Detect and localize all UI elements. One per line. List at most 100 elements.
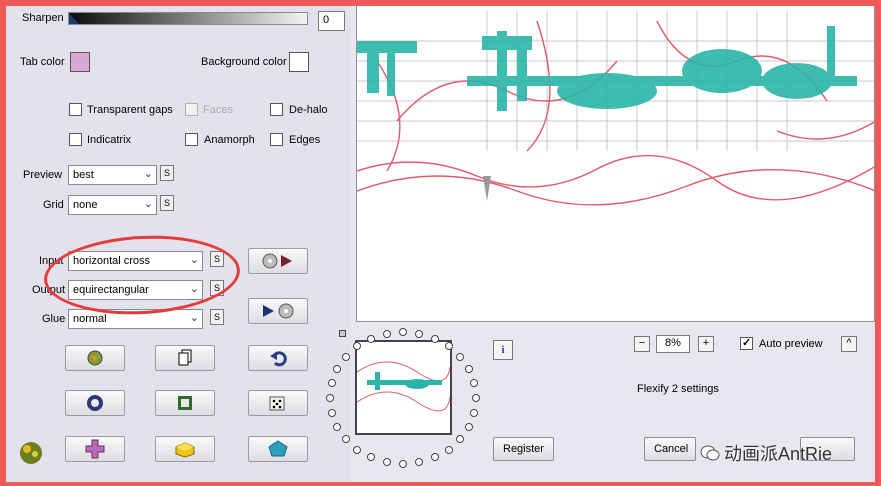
ring-icon	[87, 395, 103, 411]
prev-value-field[interactable]	[318, 0, 345, 6]
navigator-ring-dot	[430, 453, 439, 462]
sharpen-slider[interactable]	[68, 12, 308, 25]
preview-select-value: best	[73, 169, 94, 181]
navigator-ring-dot	[444, 342, 453, 351]
tab-color-label: Tab color	[20, 56, 65, 68]
auto-preview-checkbox[interactable]	[740, 336, 753, 350]
undo-button[interactable]	[248, 345, 308, 371]
edges-checkbox[interactable]	[270, 133, 283, 146]
navigator-ring-dot	[382, 458, 391, 467]
info-button[interactable]: i	[493, 340, 513, 360]
indicatrix-checkbox[interactable]	[69, 133, 82, 146]
output-image-button[interactable]	[248, 298, 308, 324]
wechat-icon	[700, 445, 720, 461]
earth-icon	[87, 350, 103, 366]
grid-select-value: none	[73, 199, 98, 211]
transparent-gaps-checkbox[interactable]	[69, 103, 82, 116]
faces-checkbox	[185, 103, 198, 116]
anamorph-checkbox[interactable]	[185, 133, 198, 146]
navigator-ring-dot	[464, 422, 473, 431]
copy-button[interactable]	[155, 345, 215, 371]
lego-block-icon	[175, 442, 195, 458]
pages-icon	[178, 349, 192, 366]
navigator-ring-dot	[399, 460, 407, 468]
frame-icon	[178, 396, 192, 410]
navigator-ring-dot	[382, 329, 391, 338]
navigator-ring-dot	[430, 334, 439, 343]
cancel-button[interactable]: Cancel	[644, 437, 696, 461]
zoom-out-button[interactable]: −	[634, 336, 650, 352]
zoom-value[interactable]: 8%	[656, 335, 690, 353]
navigator-ring-dot	[415, 458, 424, 467]
disc-play-icon	[262, 253, 292, 269]
navigator-ring-dot	[472, 394, 480, 402]
navigator-ring-dot	[470, 408, 479, 417]
watermark: 动画派AntRie	[700, 440, 832, 466]
navigator-thumbnail[interactable]	[355, 340, 452, 435]
dehalo-label: De-halo	[289, 104, 328, 116]
edges-label: Edges	[289, 134, 321, 146]
glue-select-value: normal	[73, 313, 107, 325]
auto-preview-label: Auto preview	[759, 338, 823, 350]
dice-icon	[269, 396, 285, 411]
cross-icon	[85, 439, 105, 459]
frame-button[interactable]	[155, 390, 215, 416]
navigator-ring-dot	[415, 329, 424, 338]
chevron-down-icon: ⌄	[189, 312, 199, 324]
play-disc-icon	[263, 303, 294, 319]
dehalo-checkbox[interactable]	[270, 103, 283, 116]
navigator-ring-dot	[444, 445, 453, 454]
collapse-button[interactable]: ^	[841, 336, 857, 352]
navigator-ring-dot	[353, 445, 362, 454]
sharpen-value[interactable]: 0	[318, 11, 345, 31]
grid-label: Grid	[43, 199, 64, 211]
grid-s-button[interactable]: S	[160, 195, 174, 211]
watermark-text: 动画派AntRie	[724, 444, 833, 464]
navigator-handle[interactable]	[339, 330, 346, 337]
register-button[interactable]: Register	[493, 437, 554, 461]
navigator-ring-dot	[456, 352, 465, 361]
undo-icon	[270, 351, 287, 367]
navigator-ring-dot	[456, 435, 465, 444]
background-color-label: Background color	[201, 56, 287, 68]
cancel-label: Cancel	[654, 443, 689, 455]
preview-select[interactable]: best ⌄	[68, 165, 157, 185]
open-button[interactable]	[65, 345, 125, 371]
thumbnail-image	[357, 342, 450, 433]
cross-button[interactable]	[65, 436, 125, 462]
glue-label: Glue	[42, 313, 66, 325]
ring-button[interactable]	[65, 390, 125, 416]
register-label: Register	[503, 443, 544, 455]
grid-select[interactable]: none ⌄	[68, 195, 157, 215]
pentagon-icon	[268, 440, 288, 457]
glue-s-button[interactable]: S	[210, 309, 224, 325]
flexify-logo-icon	[17, 438, 45, 466]
sharpen-slider-thumb[interactable]	[69, 13, 79, 24]
preview-canvas[interactable]	[356, 0, 875, 322]
preview-s-button[interactable]: S	[160, 165, 174, 181]
sharpen-label: Sharpen	[22, 12, 64, 24]
anamorph-label: Anamorph	[204, 134, 255, 146]
tab-color-swatch[interactable]	[70, 52, 90, 72]
indicatrix-label: Indicatrix	[87, 134, 132, 146]
background-color-swatch[interactable]	[289, 52, 309, 72]
navigator-ring-dot	[341, 352, 350, 361]
block-button[interactable]	[155, 436, 215, 462]
navigator-ring-dot	[464, 365, 473, 374]
chevron-down-icon: ⌄	[143, 168, 153, 180]
zoom-in-button[interactable]: +	[698, 336, 714, 352]
settings-name: Flexify 2 settings	[637, 383, 719, 395]
random-button[interactable]	[248, 390, 308, 416]
equirectangular-preview-image	[357, 11, 874, 206]
navigator-ring-dot	[327, 408, 336, 417]
navigator-ring-dot	[333, 422, 342, 431]
navigator-ring-dot	[470, 379, 479, 388]
navigator-ring-dot	[367, 334, 376, 343]
pentagon-button[interactable]	[248, 436, 308, 462]
navigator-ring-dot	[399, 328, 407, 336]
chevron-down-icon: ⌄	[143, 198, 153, 210]
transparent-gaps-label: Transparent gaps	[87, 104, 173, 116]
navigator-ring-dot	[326, 394, 334, 402]
preview-label: Preview	[23, 169, 63, 181]
input-image-button[interactable]	[248, 248, 308, 274]
